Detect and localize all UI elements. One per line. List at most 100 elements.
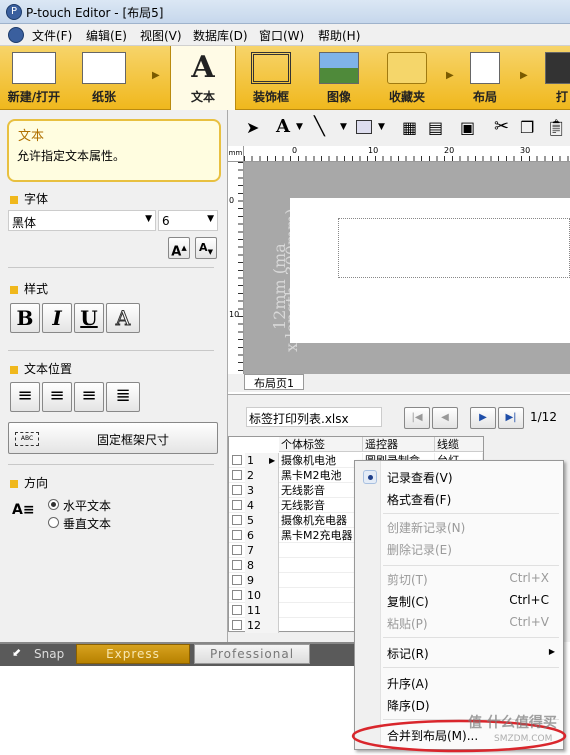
last-record-icon[interactable]: ▶| (498, 407, 524, 429)
row-number: 2 (245, 468, 279, 483)
row-checkbox[interactable] (232, 560, 242, 570)
table-cell[interactable]: 摄像机电池 (279, 453, 363, 468)
row-checkbox[interactable] (232, 575, 242, 585)
align-center-icon[interactable]: ≡ (42, 382, 72, 412)
align-right-icon[interactable]: ≡ (74, 382, 104, 412)
text-info-box: 文本 允许指定文本属性。 (7, 119, 221, 182)
table-tool-icon[interactable]: ▦ (402, 118, 417, 137)
ribbon-image[interactable]: 图像 (306, 46, 372, 110)
menu-edit[interactable]: 编辑(E) (86, 27, 127, 44)
menu-separator (383, 667, 559, 668)
professional-mode-button[interactable]: Professional (194, 644, 310, 664)
menu-help[interactable]: 帮助(H) (318, 27, 360, 44)
snap-mode-button[interactable]: Snap (34, 647, 64, 661)
paper-icon (82, 52, 126, 84)
context-menu-label: 粘贴(P) (387, 617, 428, 631)
row-checkbox[interactable] (232, 530, 242, 540)
row-number: 9 (245, 573, 279, 588)
ribbon-scroll-arrow-icon[interactable]: ▶ (152, 70, 160, 81)
column-header[interactable]: 线缆 (435, 437, 483, 452)
text-frame[interactable] (338, 218, 570, 278)
ribbon-favorites[interactable]: 收藏夹 (374, 46, 440, 110)
next-record-icon[interactable]: ▶ (470, 407, 496, 429)
frame-icon (251, 52, 291, 84)
menu-file[interactable]: 文件(F) (32, 27, 72, 44)
ribbon-frame[interactable]: 装饰框 (238, 46, 304, 110)
row-checkbox[interactable] (232, 515, 242, 525)
underline-button[interactable]: U (74, 303, 104, 333)
row-checkbox[interactable] (232, 500, 242, 510)
row-checkbox[interactable] (232, 605, 242, 615)
context-menu-label: 复制(C) (387, 595, 429, 609)
first-record-icon[interactable]: |◀ (404, 407, 430, 429)
new-open-icon (12, 52, 56, 84)
submenu-arrow-icon: ▶ (548, 647, 555, 656)
ribbon-text[interactable]: A 文本 (170, 46, 236, 110)
row-checkbox[interactable] (232, 455, 242, 465)
ribbon-paper[interactable]: 纸张 (70, 46, 138, 110)
chevron-down-icon[interactable]: ▼ (296, 122, 303, 132)
current-record-icon: ▶ (269, 456, 276, 465)
folder-star-icon (387, 52, 427, 84)
row-number: 7 (245, 543, 279, 558)
row-checkbox[interactable] (232, 485, 242, 495)
express-mode-button[interactable]: Express (76, 644, 190, 664)
fixed-frame-size-button[interactable]: ABC 固定框架尺寸 (8, 422, 218, 454)
rectangle-tool-icon[interactable] (356, 120, 372, 134)
font-name-select[interactable]: 黑体 ▼ (8, 210, 156, 231)
chevron-down-icon[interactable]: ▼ (340, 122, 347, 132)
context-menu-label: 标记(R) (387, 647, 429, 661)
outline-style-button[interactable]: A (106, 303, 140, 333)
row-checkbox[interactable] (232, 590, 242, 600)
text-tool-icon[interactable]: A (276, 116, 290, 137)
align-left-icon[interactable]: ≡ (10, 382, 40, 412)
line-tool-icon[interactable]: ╲ (314, 116, 325, 137)
italic-button[interactable]: I (42, 303, 72, 333)
row-checkbox[interactable] (232, 470, 242, 480)
horizontal-radio[interactable] (48, 499, 59, 510)
context-menu-label: 格式查看(F) (387, 493, 452, 507)
vertical-radio[interactable] (48, 517, 59, 528)
barcode-tool-icon[interactable]: ▤ (428, 118, 443, 137)
bold-button[interactable]: B (10, 303, 40, 333)
ribbon-scroll-arrow-icon[interactable]: ▶ (446, 70, 454, 81)
radio-dot (51, 502, 56, 507)
column-header[interactable]: 个体标签 (279, 437, 363, 452)
menu-window[interactable]: 窗口(W) (259, 27, 304, 44)
ribbon-layout[interactable]: 布局 (458, 46, 512, 110)
chevron-down-icon: ▼ (145, 214, 152, 224)
menu-database[interactable]: 数据库(D) (193, 27, 248, 44)
snap-icon: ⬋ (12, 646, 22, 659)
paste-icon[interactable]: 📋︎ (546, 118, 566, 137)
justify-icon[interactable]: ≣ (106, 382, 140, 412)
table-cell[interactable]: 无线影音 (279, 483, 363, 498)
font-size-select[interactable]: 6 ▼ (158, 210, 218, 231)
ribbon-scroll-arrow-icon[interactable]: ▶ (520, 70, 528, 81)
tab-layout-1[interactable]: 布局页1 (244, 374, 304, 390)
document-icon[interactable] (8, 27, 24, 43)
cut-icon[interactable]: ✂ (494, 116, 509, 137)
label-canvas[interactable] (290, 198, 570, 343)
menu-view[interactable]: 视图(V) (140, 27, 182, 44)
row-checkbox[interactable] (232, 545, 242, 555)
row-checkbox[interactable] (232, 620, 242, 630)
table-cell[interactable]: 摄像机充电器 (279, 513, 363, 528)
previous-record-icon[interactable]: ◀ (432, 407, 458, 429)
chevron-down-icon[interactable]: ▼ (378, 122, 385, 132)
draw-toolbar: ➤ A ▼ ╲ ▼ ▼ ▦ ▤ ▣ ✂ ❐ 📋︎ (228, 116, 570, 142)
decrease-font-icon[interactable]: A▼ (195, 237, 217, 259)
context-menu-label: 删除记录(E) (387, 543, 452, 557)
ribbon-new-open[interactable]: 新建/打开 (0, 46, 68, 110)
table-cell[interactable]: 无线影音 (279, 498, 363, 513)
pointer-icon[interactable]: ➤ (246, 118, 259, 137)
column-header[interactable]: 遥控器 (363, 437, 435, 452)
copy-icon[interactable]: ❐ (520, 118, 534, 137)
increase-font-icon[interactable]: A▲ (168, 237, 190, 259)
ribbon-print[interactable]: 打 (538, 46, 570, 110)
ruler-unit: mm (228, 146, 244, 162)
title-bar: P P-touch Editor - [布局5] (0, 0, 570, 24)
table-cell[interactable]: 黑卡M2充电器 (279, 528, 363, 543)
table-cell[interactable]: 黑卡M2电池 (279, 468, 363, 483)
object-tool-icon[interactable]: ▣ (460, 118, 475, 137)
horizontal-text-label: 水平文本 (63, 499, 112, 513)
